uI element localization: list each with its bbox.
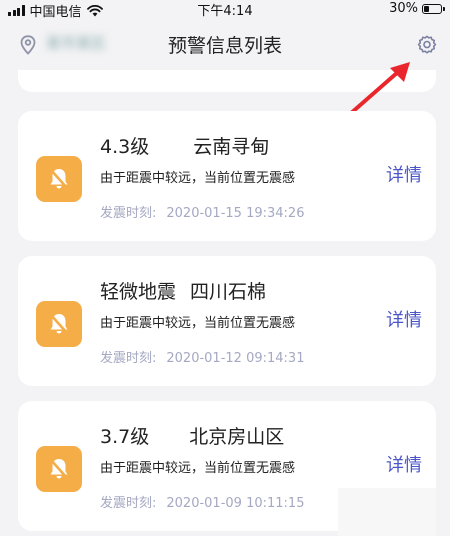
battery-percent: 30% xyxy=(389,1,418,16)
alert-title: 3.7级 北京房山区 xyxy=(100,422,284,449)
alert-time-value: 2020-01-15 19:34:26 xyxy=(166,206,305,221)
alert-magnitude: 3.7级 xyxy=(100,426,150,448)
alert-time-label: 发震时刻: xyxy=(100,496,157,511)
detail-link[interactable]: 详情 xyxy=(386,451,422,477)
status-time: 下午4:14 xyxy=(197,4,253,19)
alert-magnitude: 轻微地震 xyxy=(100,281,177,303)
alert-title: 轻微地震 四川石棉 xyxy=(100,277,266,304)
detail-link[interactable]: 详情 xyxy=(386,161,422,187)
bell-off-icon xyxy=(36,156,82,202)
status-bar: 中国电信 下午4:14 30% xyxy=(0,0,450,20)
alert-time-value: 2020-01-09 10:11:15 xyxy=(166,496,305,511)
alert-description: 由于距震中较远，当前位置无震感 xyxy=(100,316,296,331)
alert-description: 由于距震中较远，当前位置无震感 xyxy=(100,461,296,476)
alert-time: 发震时刻: 2020-01-12 09:14:31 xyxy=(100,347,304,366)
alert-time-value: 2020-01-12 09:14:31 xyxy=(166,351,305,366)
detail-link[interactable]: 详情 xyxy=(386,306,422,332)
alert-title: 4.3级 云南寻甸 xyxy=(100,132,269,159)
alert-place: 四川石棉 xyxy=(190,281,267,303)
page-title: 预警信息列表 xyxy=(167,35,282,57)
bell-off-icon xyxy=(36,301,82,347)
watermark-overlay xyxy=(338,488,436,536)
battery-fill xyxy=(424,5,429,12)
battery-icon xyxy=(422,3,445,14)
alert-magnitude: 4.3级 xyxy=(100,136,150,158)
alert-time-label: 发震时刻: xyxy=(100,351,157,366)
gear-icon[interactable] xyxy=(416,34,438,56)
alert-time: 发震时刻: 2020-01-09 10:11:15 xyxy=(100,492,304,511)
alert-time: 发震时刻: 2020-01-15 19:34:26 xyxy=(100,202,304,221)
alert-time-label: 发震时刻: xyxy=(100,206,157,221)
alert-place: 云南寻甸 xyxy=(193,136,270,158)
alert-description: 由于距震中较远，当前位置无震感 xyxy=(100,171,296,186)
alert-card[interactable]: 4.3级 云南寻甸 由于距震中较远，当前位置无震感 发震时刻: 2020-01-15… xyxy=(18,111,436,241)
alert-place: 北京房山区 xyxy=(189,426,285,448)
alert-card[interactable]: 轻微地震 四川石棉 由于距震中较远，当前位置无震感 发震时刻: 2020-01-12… xyxy=(18,256,436,386)
bell-off-icon xyxy=(36,446,82,492)
status-right: 30% xyxy=(389,1,445,16)
